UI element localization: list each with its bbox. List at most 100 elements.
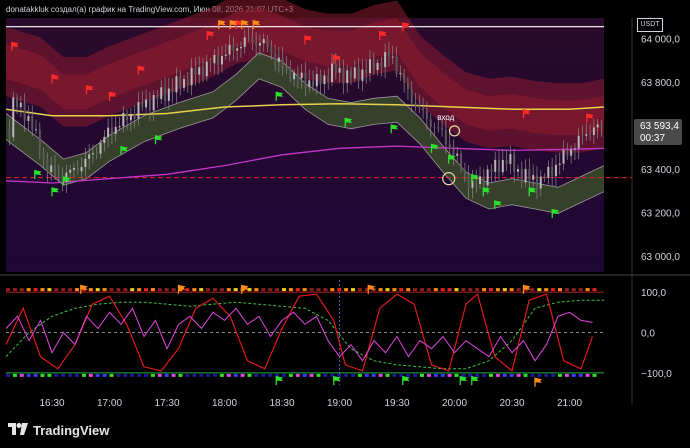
tradingview-logo-icon — [8, 423, 28, 438]
candle-body — [312, 80, 315, 87]
osc-top-strip-segment — [302, 288, 307, 292]
osc-bottom-strip-segment — [47, 373, 52, 377]
osc-bottom-strip-segment — [440, 373, 445, 377]
candle-body — [114, 126, 117, 134]
osc-top-strip-segment — [592, 288, 597, 292]
candle-body — [258, 43, 261, 46]
candle-body — [585, 134, 588, 136]
candle-body — [145, 99, 148, 108]
candle-body — [274, 53, 277, 62]
osc-top-strip-segment — [392, 288, 397, 292]
osc-top-strip-segment — [585, 288, 590, 292]
candle-body — [535, 175, 538, 189]
osc-bottom-strip-segment — [88, 373, 93, 377]
price-tick-label: 63 000,0 — [641, 252, 680, 263]
candle-body — [589, 134, 592, 136]
osc-top-strip-segment — [516, 288, 521, 292]
osc-top-strip-segment — [95, 288, 100, 292]
osc-top-strip-segment — [226, 288, 231, 292]
time-tick-label: 20:30 — [499, 398, 524, 409]
candle-body — [479, 176, 482, 184]
osc-top-strip-segment — [144, 288, 148, 292]
candle-body — [460, 153, 463, 170]
osc-top-strip-segment — [268, 288, 273, 292]
price-tick-label: 63 400,0 — [641, 165, 680, 176]
candle-body — [319, 74, 322, 85]
osc-bottom-strip-segment — [316, 373, 321, 377]
osc-top-strip-segment — [440, 288, 445, 292]
osc-top-strip-segment — [461, 288, 466, 292]
candle-body — [524, 169, 527, 183]
osc-top-strip-segment — [150, 288, 155, 292]
osc-bottom-strip-segment — [282, 373, 286, 377]
osc-tick-label: 0,0 — [641, 329, 655, 340]
osc-bottom-strip-segment — [40, 373, 45, 377]
candle-body — [57, 175, 60, 178]
candle-body — [353, 67, 356, 79]
osc-bottom-strip-segment — [351, 373, 355, 377]
osc-bottom-strip-segment — [357, 373, 362, 377]
candle-body — [50, 165, 53, 173]
osc-top-strip-segment — [537, 288, 542, 292]
candle-body — [205, 61, 208, 77]
osc-bottom-strip-segment — [495, 373, 500, 377]
osc-top-strip-segment — [171, 288, 176, 292]
osc-bottom-strip-segment — [61, 373, 66, 377]
candle-body — [365, 69, 368, 74]
candle-body — [490, 169, 493, 172]
candle-body — [126, 112, 129, 121]
osc-top-strip-segment — [406, 288, 411, 292]
candle-body — [217, 54, 220, 65]
osc-bottom-strip-segment — [378, 373, 383, 377]
osc-flag-orange[interactable] — [534, 377, 542, 387]
candle-body — [410, 89, 413, 104]
osc-top-strip-segment — [282, 288, 286, 292]
osc-bottom-strip-segment — [19, 373, 24, 377]
osc-bottom-strip-segment — [12, 373, 17, 377]
candle-body — [137, 102, 140, 119]
osc-tick-label: −100,0 — [641, 369, 672, 380]
candle-body — [220, 55, 223, 65]
osc-top-strip-segment — [357, 288, 362, 292]
entry-label[interactable]: вход — [437, 113, 454, 122]
candle-body — [281, 57, 284, 66]
candle-body — [577, 135, 580, 149]
candle-body — [236, 48, 239, 51]
osc-top-strip-segment — [413, 288, 418, 292]
candle-body — [251, 37, 254, 43]
osc-bottom-strip-segment — [447, 373, 452, 377]
candle-body — [323, 75, 326, 85]
osc-top-strip-segment — [47, 288, 52, 292]
candle-body — [213, 54, 216, 64]
candle-body — [262, 39, 265, 44]
candle-body — [91, 153, 94, 155]
candle-body — [72, 167, 75, 170]
osc-top-strip-segment — [254, 288, 259, 292]
osc-top-strip-segment — [482, 288, 487, 292]
candle-body — [129, 113, 132, 121]
chart-canvas[interactable]: вход 64 000,063 800,063 600,063 400,063 … — [0, 0, 690, 448]
osc-bottom-strip-segment — [371, 373, 376, 377]
osc-bottom-strip-segment — [102, 373, 107, 377]
osc-bottom-strip-segment — [6, 373, 10, 377]
candle-body — [350, 70, 352, 79]
candle-body — [152, 95, 155, 111]
candle-body — [42, 151, 45, 159]
candle-body — [156, 95, 159, 99]
candle-body — [437, 127, 440, 129]
osc-bottom-strip-segment — [157, 373, 162, 377]
osc-bottom-strip-segment — [109, 373, 114, 377]
osc-bottom-strip-segment — [309, 373, 314, 377]
candle-body — [141, 102, 144, 108]
osc-bottom-strip-segment — [240, 373, 245, 377]
candle-body — [380, 62, 383, 68]
osc-top-strip-segment — [378, 288, 383, 292]
candle-body — [338, 67, 341, 73]
candle-body — [186, 78, 189, 86]
candle-body — [179, 76, 182, 88]
candle-body — [198, 67, 201, 75]
candle-body — [296, 72, 299, 79]
osc-top-strip-segment — [164, 288, 169, 292]
osc-top-strip-segment — [199, 288, 204, 292]
candle-body — [509, 153, 512, 164]
